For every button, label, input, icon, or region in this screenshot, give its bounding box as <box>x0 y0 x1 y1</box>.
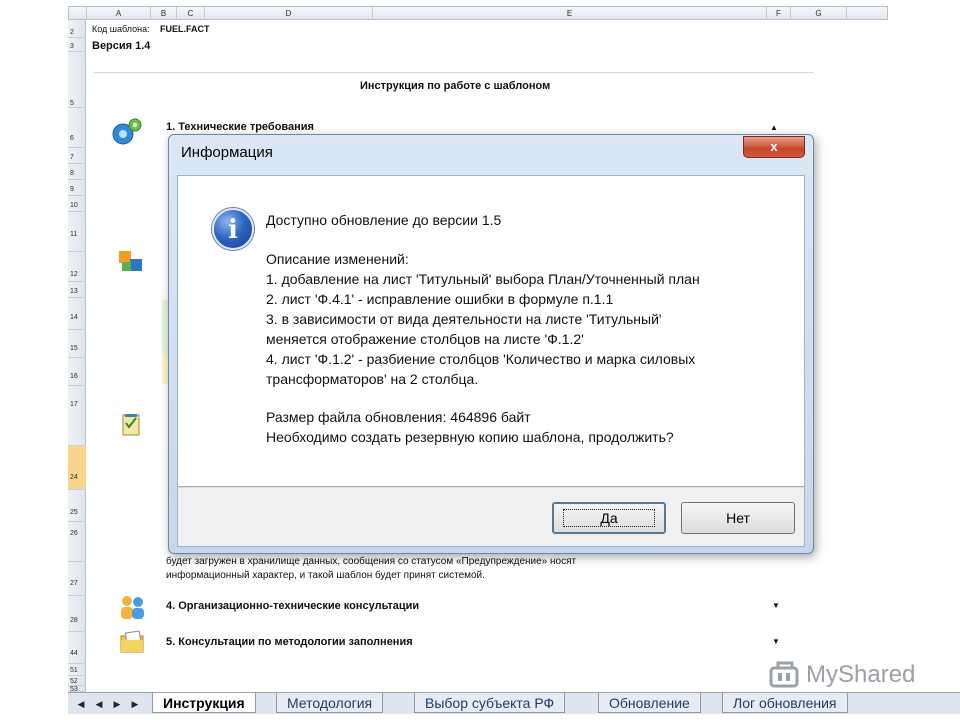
dialog-title: Информация <box>181 144 273 161</box>
puzzle-icon <box>116 246 146 276</box>
row-header[interactable]: 10 <box>68 196 86 212</box>
tab-methodology[interactable]: Методология <box>276 693 384 713</box>
row-header[interactable]: 14 <box>68 298 86 330</box>
row-header[interactable]: 26 <box>68 522 86 562</box>
column-header-e[interactable]: E <box>373 7 767 20</box>
column-header-g[interactable]: G <box>791 7 847 20</box>
row-header[interactable]: 16 <box>68 358 86 386</box>
sheet-tab-bar: ◀ ◀ ▶ ▶ Инструкция Методология Выбор суб… <box>68 692 960 714</box>
row-header[interactable]: 13 <box>68 282 86 298</box>
column-header-b[interactable]: B <box>151 7 177 20</box>
dialog-message-area: i Доступно обновление до версии 1.5 Опис… <box>177 175 805 487</box>
excel-window: A B C D E F G 2 3 5 6 7 8 9 10 11 12 13 … <box>0 0 960 720</box>
column-header-d[interactable]: D <box>205 7 373 20</box>
row-header[interactable]: 12 <box>68 252 86 282</box>
last-sheet-icon[interactable]: ▶ <box>128 697 142 711</box>
row-header-bar: 2 3 5 6 7 8 9 10 11 12 13 14 15 16 17 23… <box>68 20 86 693</box>
row-header[interactable]: 8 <box>68 164 86 180</box>
row-header[interactable]: 15 <box>68 330 86 358</box>
watermark: MyShared <box>768 658 915 692</box>
info-dialog: Информация x i Доступно обновление до ве… <box>168 134 814 554</box>
body-text-line-1: будет загружен в хранилище данных, сообщ… <box>166 556 577 567</box>
message-line: 1. добавление на лист 'Титульный' выбора… <box>266 271 700 287</box>
message-line: Доступно обновление до версии 1.5 <box>266 212 502 228</box>
message-line: 2. лист 'Ф.4.1' - исправление ошибки в ф… <box>266 291 614 307</box>
dialog-button-bar: Да Нет <box>177 487 805 547</box>
row-header[interactable]: 27 <box>68 562 86 596</box>
collapse-caret-icon[interactable]: ▲ <box>770 123 778 132</box>
folder-icon <box>118 628 148 658</box>
info-icon: i <box>212 208 254 250</box>
tab-subject-selection[interactable]: Выбор субъекта РФ <box>414 693 566 713</box>
tab-instruction[interactable]: Инструкция <box>152 693 256 713</box>
watermark-text: MyShared <box>806 661 916 688</box>
select-all-corner[interactable] <box>69 7 87 20</box>
watermark-logo-icon <box>769 661 799 688</box>
section-5-title: 5. Консультации по методологии заполнени… <box>166 636 413 648</box>
first-sheet-icon[interactable]: ◀ <box>74 697 88 711</box>
close-button[interactable]: x <box>743 136 805 158</box>
row-header[interactable]: 9 <box>68 180 86 196</box>
prev-sheet-icon[interactable]: ◀ <box>92 697 106 711</box>
row-header[interactable]: 5 <box>68 52 86 108</box>
people-icon <box>118 592 148 622</box>
checklist-icon <box>120 412 150 442</box>
row-header[interactable]: 51 <box>68 664 86 676</box>
message-line: меняется отображение столбцов на листе '… <box>266 331 584 347</box>
row-header[interactable]: 44 <box>68 632 86 664</box>
column-header-c[interactable]: C <box>177 7 205 20</box>
row-header[interactable]: 3 <box>68 38 86 52</box>
body-text-line-2: информационный характер, и такой шаблон … <box>166 570 485 581</box>
row-header[interactable]: 28 <box>68 596 86 632</box>
section-1-title: 1. Технические требования <box>166 121 314 133</box>
gears-icon <box>110 116 142 146</box>
section-4-title: 4. Организационно-технические консультац… <box>166 600 420 612</box>
tab-update[interactable]: Обновление <box>598 693 701 713</box>
template-code-value: FUEL.FACT <box>160 24 210 34</box>
instruction-heading: Инструкция по работе с шаблоном <box>360 80 551 92</box>
column-header-bar: A B C D E F G <box>68 6 888 20</box>
column-header-f[interactable]: F <box>767 7 791 20</box>
row-header[interactable]: 7 <box>68 148 86 164</box>
message-line: трансформаторов' на 2 столбца. <box>266 371 479 387</box>
expand-caret-icon[interactable]: ▼ <box>772 637 780 646</box>
expand-caret-icon[interactable]: ▼ <box>772 601 780 610</box>
template-code-label: Код шаблона: <box>92 24 150 34</box>
message-line: Необходимо создать резервную копию шабло… <box>266 429 674 445</box>
yes-button[interactable]: Да <box>552 502 666 534</box>
row-header[interactable]: 6 <box>68 108 86 148</box>
row-header[interactable]: 2 <box>68 24 86 38</box>
next-sheet-icon[interactable]: ▶ <box>110 697 124 711</box>
row-header[interactable]: 17 <box>68 386 86 446</box>
template-version: Версия 1.4 <box>92 40 151 52</box>
message-line: 3. в зависимости от вида деятельности на… <box>266 311 662 327</box>
close-icon: x <box>770 139 778 154</box>
no-button[interactable]: Нет <box>681 502 795 534</box>
message-line: Описание изменений: <box>266 251 409 267</box>
tab-update-log[interactable]: Лог обновления <box>722 693 848 713</box>
message-line: Размер файла обновления: 464896 байт <box>266 409 531 425</box>
column-header-a[interactable]: A <box>87 7 151 20</box>
message-line: 4. лист 'Ф.1.2' - разбиение столбцов 'Ко… <box>266 351 696 367</box>
row-header-selected[interactable]: 24 <box>68 446 86 490</box>
row-header[interactable]: 25 <box>68 490 86 522</box>
row-header[interactable]: 11 <box>68 212 86 252</box>
divider <box>94 72 814 73</box>
row-header[interactable]: 52 <box>68 676 86 686</box>
